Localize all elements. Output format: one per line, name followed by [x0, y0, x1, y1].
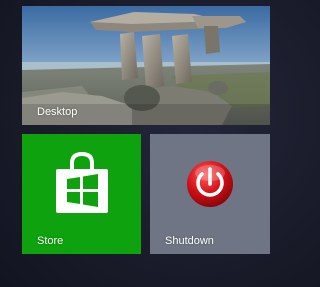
shutdown-tile-label: Shutdown [165, 235, 214, 247]
store-tile[interactable]: Store [22, 134, 141, 254]
power-icon [187, 161, 233, 207]
store-bag-icon [55, 151, 108, 213]
shutdown-icon-container [150, 134, 270, 234]
store-tile-label: Store [37, 235, 64, 247]
desktop-tile[interactable]: Desktop [22, 6, 270, 125]
shutdown-tile[interactable]: Shutdown [150, 134, 270, 254]
store-icon-container [22, 134, 141, 234]
desktop-tile-label: Desktop [37, 106, 78, 118]
